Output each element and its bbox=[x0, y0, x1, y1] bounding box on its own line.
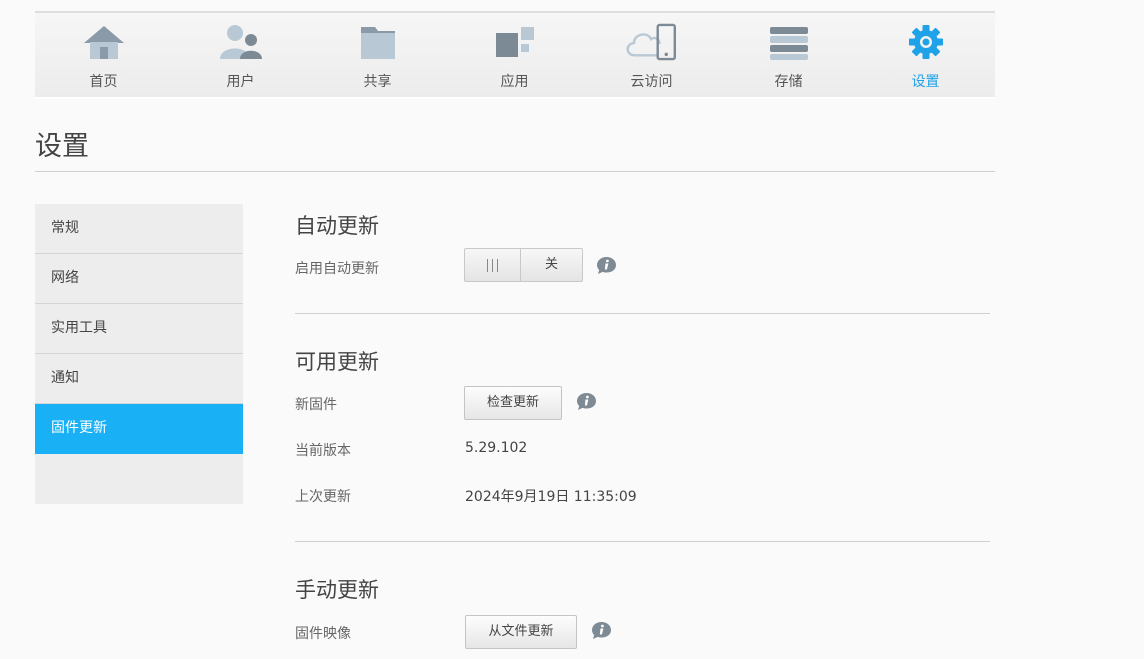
toggle-state-label: 关 bbox=[544, 257, 558, 272]
folder-icon bbox=[360, 27, 395, 59]
nav-item-shares[interactable]: 共享 bbox=[309, 13, 446, 99]
info-icon[interactable] bbox=[591, 621, 612, 640]
nav-label-storage: 存储 bbox=[774, 74, 803, 90]
section-divider bbox=[295, 541, 990, 542]
cloud-access-icon bbox=[625, 23, 676, 61]
nav-label-home: 首页 bbox=[89, 74, 118, 90]
title-divider bbox=[35, 171, 995, 172]
check-update-button[interactable]: 检查更新 bbox=[464, 386, 562, 420]
current-version-label: 当前版本 bbox=[295, 443, 351, 459]
nav-label-settings: 设置 bbox=[911, 74, 940, 90]
storage-icon bbox=[769, 27, 808, 60]
last-update-label: 上次更新 bbox=[295, 489, 351, 505]
sidebar-item-general[interactable]: 常规 bbox=[35, 204, 243, 254]
update-from-file-button[interactable]: 从文件更新 bbox=[465, 615, 577, 649]
toggle-grip-icon bbox=[465, 249, 521, 281]
sidebar-item-network[interactable]: 网络 bbox=[35, 254, 243, 304]
nav-item-settings[interactable]: 设置 bbox=[857, 13, 994, 99]
settings-sidebar: 常规 网络 实用工具 通知 固件更新 bbox=[35, 204, 243, 504]
manual-update-title: 手动更新 bbox=[295, 578, 379, 602]
auto-update-title: 自动更新 bbox=[295, 214, 379, 238]
nav-label-users: 用户 bbox=[226, 74, 255, 90]
apps-icon bbox=[495, 27, 534, 57]
info-icon[interactable] bbox=[596, 256, 617, 275]
section-divider bbox=[295, 313, 990, 314]
gear-icon bbox=[908, 25, 943, 59]
page-title: 设置 bbox=[35, 131, 89, 162]
last-update-value: 2024年9月19日 11:35:09 bbox=[465, 489, 637, 505]
auto-update-toggle[interactable]: 关 bbox=[464, 248, 583, 282]
firmware-image-label: 固件映像 bbox=[295, 626, 351, 642]
nav-item-users[interactable]: 用户 bbox=[172, 13, 309, 99]
enable-auto-update-label: 启用自动更新 bbox=[295, 261, 379, 277]
top-navigation: 首页 用户 共享 应用 云访问 存储 设置 bbox=[35, 11, 995, 99]
sidebar-item-notifications[interactable]: 通知 bbox=[35, 354, 243, 404]
nav-label-shares: 共享 bbox=[363, 74, 392, 90]
nav-item-storage[interactable]: 存储 bbox=[720, 13, 857, 99]
new-firmware-label: 新固件 bbox=[295, 397, 337, 413]
sidebar-item-firmware-update[interactable]: 固件更新 bbox=[35, 404, 243, 454]
nav-item-cloud-access[interactable]: 云访问 bbox=[583, 13, 720, 99]
nav-label-apps: 应用 bbox=[500, 74, 529, 90]
nav-item-home[interactable]: 首页 bbox=[35, 13, 172, 99]
available-update-title: 可用更新 bbox=[295, 350, 379, 374]
current-version-value: 5.29.102 bbox=[465, 440, 528, 456]
info-icon[interactable] bbox=[576, 392, 597, 411]
nav-item-apps[interactable]: 应用 bbox=[446, 13, 583, 99]
home-icon bbox=[83, 26, 124, 59]
users-icon bbox=[219, 25, 262, 59]
sidebar-item-utilities[interactable]: 实用工具 bbox=[35, 304, 243, 354]
nav-label-cloud-access: 云访问 bbox=[630, 74, 673, 90]
